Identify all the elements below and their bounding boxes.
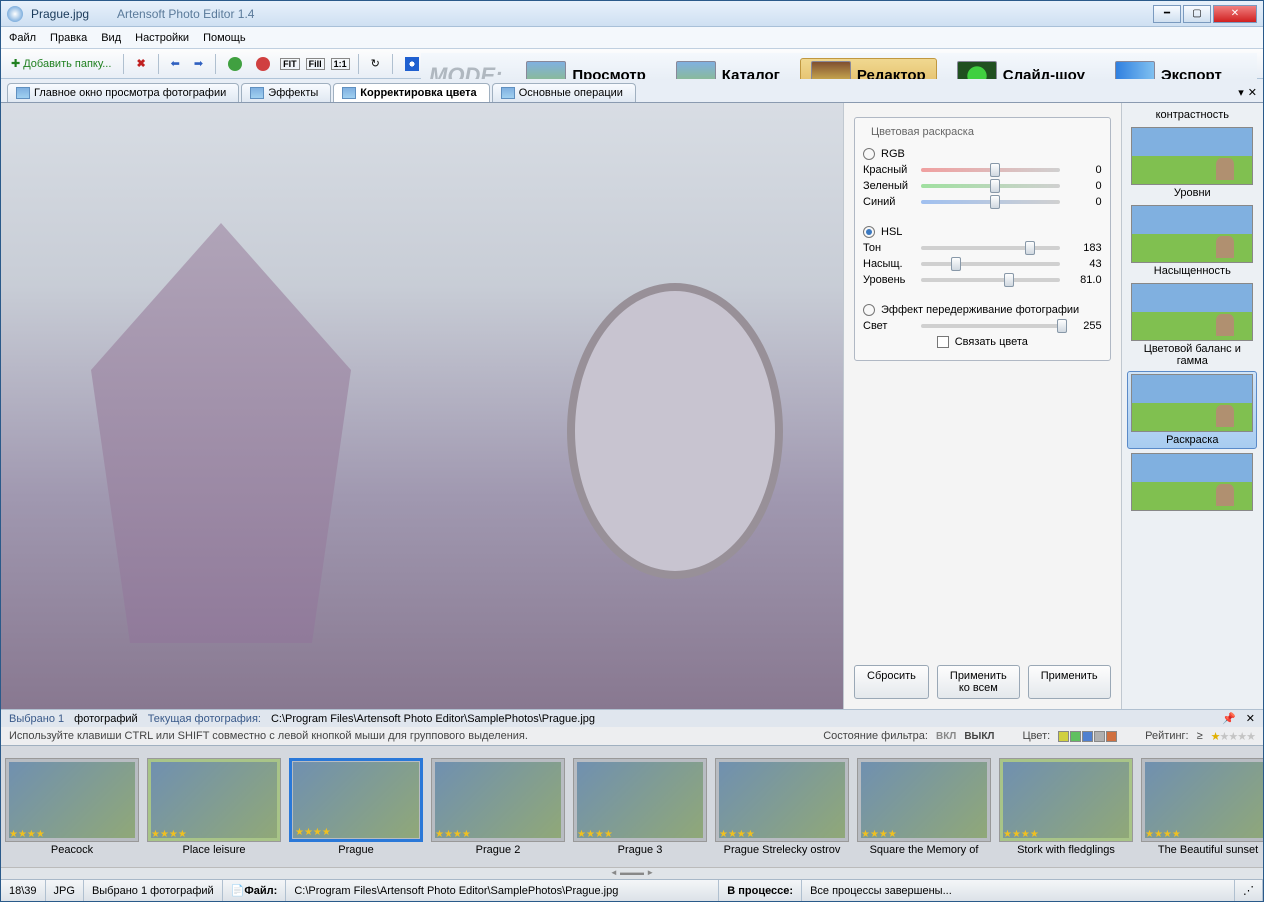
- zoom-in-button[interactable]: [224, 55, 246, 73]
- menubar: Файл Правка Вид Настройки Помощь: [1, 27, 1263, 49]
- zoom-out-button[interactable]: [252, 55, 274, 73]
- scroll-hint[interactable]: ◄ ▬▬▬ ►: [1, 867, 1263, 879]
- menu-help[interactable]: Помощь: [203, 32, 246, 44]
- fullscreen-button[interactable]: [401, 55, 423, 73]
- thumb-6[interactable]: ★★★★Square the Memory of: [853, 758, 995, 856]
- add-folder-button[interactable]: ✚ Добавить папку...: [7, 55, 115, 72]
- tab-main-preview[interactable]: Главное окно просмотра фотографии: [7, 83, 239, 102]
- next-button[interactable]: ➡: [190, 55, 207, 72]
- one-to-one-button[interactable]: 1:1: [331, 58, 350, 70]
- rating-filter[interactable]: ★★★★★: [1211, 730, 1255, 743]
- status-process: Все процессы завершены...: [802, 880, 1235, 901]
- tab-color-correction[interactable]: Корректировка цвета: [333, 83, 489, 102]
- thumb-2[interactable]: ★★★★Prague: [285, 758, 427, 856]
- thumbnail-strip[interactable]: ★★★★Peacock★★★★Place leisure★★★★Prague★★…: [1, 745, 1263, 867]
- effects-icon: [250, 87, 264, 99]
- app-icon: [7, 6, 23, 22]
- thumb-0[interactable]: ★★★★Peacock: [1, 758, 143, 856]
- hue-slider[interactable]: [921, 246, 1060, 250]
- preset-saturation[interactable]: Насыщенность: [1127, 203, 1257, 279]
- menu-edit[interactable]: Правка: [50, 32, 87, 44]
- menu-view[interactable]: Вид: [101, 32, 121, 44]
- main-photo: [1, 103, 843, 709]
- filter-on-toggle[interactable]: ВКЛ: [936, 731, 956, 742]
- color-icon: [342, 87, 356, 99]
- thumb-1[interactable]: ★★★★Place leisure: [143, 758, 285, 856]
- tab-menu-button[interactable]: ▾: [1238, 86, 1244, 99]
- rgb-radio[interactable]: [863, 148, 875, 160]
- level-slider[interactable]: [921, 278, 1060, 282]
- status-file-label: 📄 Файл:: [223, 880, 287, 901]
- status-format: JPG: [46, 880, 84, 901]
- thumb-8[interactable]: ★★★★The Beautiful sunset: [1137, 758, 1263, 856]
- app-name: Artensoft Photo Editor 1.4: [117, 7, 254, 21]
- preset-levels[interactable]: Уровни: [1127, 125, 1257, 201]
- tabbar: Главное окно просмотра фотографии Эффект…: [1, 79, 1263, 103]
- preset-contrast[interactable]: контрастность: [1127, 107, 1257, 123]
- ops-icon: [501, 87, 515, 99]
- menu-settings[interactable]: Настройки: [135, 32, 189, 44]
- preset-column: контрастность Уровни Насыщенность Цветов…: [1121, 103, 1263, 709]
- light-slider[interactable]: [921, 324, 1060, 328]
- status-path: C:\Program Files\Artensoft Photo Editor\…: [286, 880, 719, 901]
- rotate-button[interactable]: ↻: [367, 55, 384, 72]
- tab-effects[interactable]: Эффекты: [241, 83, 331, 102]
- thumb-7[interactable]: ★★★★Stork with fledglings: [995, 758, 1137, 856]
- selection-info-bar: Выбрано 1 фотографий Текущая фотография:…: [1, 709, 1263, 727]
- filter-off-toggle[interactable]: ВЫКЛ: [964, 731, 994, 742]
- maximize-button[interactable]: ▢: [1183, 5, 1211, 23]
- info-close-icon[interactable]: ✕: [1246, 712, 1255, 725]
- apply-all-button[interactable]: Применить ко всем: [937, 665, 1020, 699]
- reset-button[interactable]: Сбросить: [854, 665, 929, 699]
- preview-icon: [16, 87, 30, 99]
- fill-button[interactable]: Fill: [306, 58, 325, 70]
- close-button[interactable]: ✕: [1213, 5, 1257, 23]
- red-slider[interactable]: [921, 168, 1060, 172]
- color-panel: Цветовая раскраска RGB Красный0 Зеленый0…: [843, 103, 1121, 709]
- sat-slider[interactable]: [921, 262, 1060, 266]
- thumb-5[interactable]: ★★★★Prague Strelecky ostrov: [711, 758, 853, 856]
- burn-radio[interactable]: [863, 304, 875, 316]
- resize-grip[interactable]: ⋰: [1235, 880, 1263, 901]
- pin-icon[interactable]: 📌: [1222, 712, 1236, 725]
- hsl-radio[interactable]: [863, 226, 875, 238]
- green-slider[interactable]: [921, 184, 1060, 188]
- tab-basic-ops[interactable]: Основные операции: [492, 83, 636, 102]
- thumb-4[interactable]: ★★★★Prague 3: [569, 758, 711, 856]
- thumb-3[interactable]: ★★★★Prague 2: [427, 758, 569, 856]
- status-selection: Выбрано 1 фотографий: [84, 880, 223, 901]
- delete-button[interactable]: ✖: [132, 55, 149, 72]
- blue-slider[interactable]: [921, 200, 1060, 204]
- statusbar: 18\39 JPG Выбрано 1 фотографий 📄 Файл: C…: [1, 879, 1263, 901]
- preset-extra[interactable]: [1127, 451, 1257, 515]
- fit-button[interactable]: FIT: [280, 58, 300, 70]
- color-filter[interactable]: [1058, 731, 1117, 742]
- image-canvas[interactable]: [1, 103, 843, 709]
- prev-button[interactable]: ⬅: [167, 55, 184, 72]
- hint-bar: Используйте клавиши CTRL или SHIFT совме…: [1, 727, 1263, 745]
- titlebar: Prague.jpg Artensoft Photo Editor 1.4 ━ …: [1, 1, 1263, 27]
- apply-button[interactable]: Применить: [1028, 665, 1111, 699]
- preset-balance[interactable]: Цветовой баланс и гамма: [1127, 281, 1257, 369]
- minimize-button[interactable]: ━: [1153, 5, 1181, 23]
- window-filename: Prague.jpg: [31, 7, 89, 21]
- link-colors-checkbox[interactable]: [937, 336, 949, 348]
- tab-close-button[interactable]: ✕: [1248, 86, 1257, 99]
- menu-file[interactable]: Файл: [9, 32, 36, 44]
- panel-title: Цветовая раскраска: [867, 126, 978, 138]
- status-position: 18\39: [1, 880, 46, 901]
- preset-coloring[interactable]: Раскраска: [1127, 371, 1257, 449]
